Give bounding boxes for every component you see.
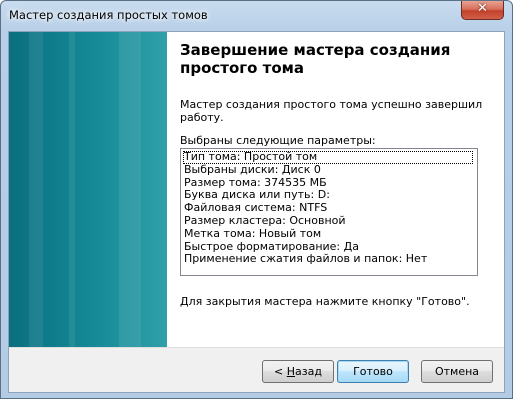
wizard-side-banner <box>9 32 167 347</box>
close-hint-text: Для закрытия мастера нажмите кнопку "Гот… <box>180 295 470 308</box>
banner-decoration <box>29 32 43 347</box>
back-button[interactable]: < Назад <box>262 360 334 383</box>
param-line: Применение сжатия файлов и папок: Нет <box>184 252 428 266</box>
cancel-button[interactable]: Отмена <box>421 360 493 383</box>
back-button-mnemonic: Н <box>286 365 296 378</box>
finish-button[interactable]: Готово <box>337 360 409 383</box>
wizard-client-area: Завершение мастера создания простого том… <box>8 31 505 393</box>
back-button-prefix: < <box>274 365 287 378</box>
close-icon: ✕ <box>477 1 488 16</box>
params-textbox[interactable]: Тип тома: Простой том Выбраны диски: Дис… <box>180 148 478 276</box>
param-line: Выбраны диски: Диск 0 <box>184 162 321 176</box>
banner-decoration <box>69 32 75 347</box>
param-line: Тип тома: Простой том <box>183 150 473 164</box>
close-button[interactable]: ✕ <box>461 1 504 20</box>
window-title: Мастер создания простых томов <box>9 8 208 22</box>
wizard-window: Мастер создания простых томов ✕ Завершен… <box>0 0 513 399</box>
page-title: Завершение мастера создания простого том… <box>180 41 451 77</box>
title-bar[interactable]: Мастер создания простых томов ✕ <box>1 1 512 31</box>
banner-decoration <box>119 32 141 347</box>
param-line: Размер кластера: Основной <box>184 213 346 227</box>
success-message: Мастер создания простого тома успешно за… <box>180 98 483 124</box>
back-button-label: азад <box>295 365 322 378</box>
param-line: Метка тома: Новый том <box>184 226 322 240</box>
params-label: Выбраны следующие параметры: <box>180 134 376 147</box>
button-bar: < Назад Готово Отмена <box>9 347 504 392</box>
